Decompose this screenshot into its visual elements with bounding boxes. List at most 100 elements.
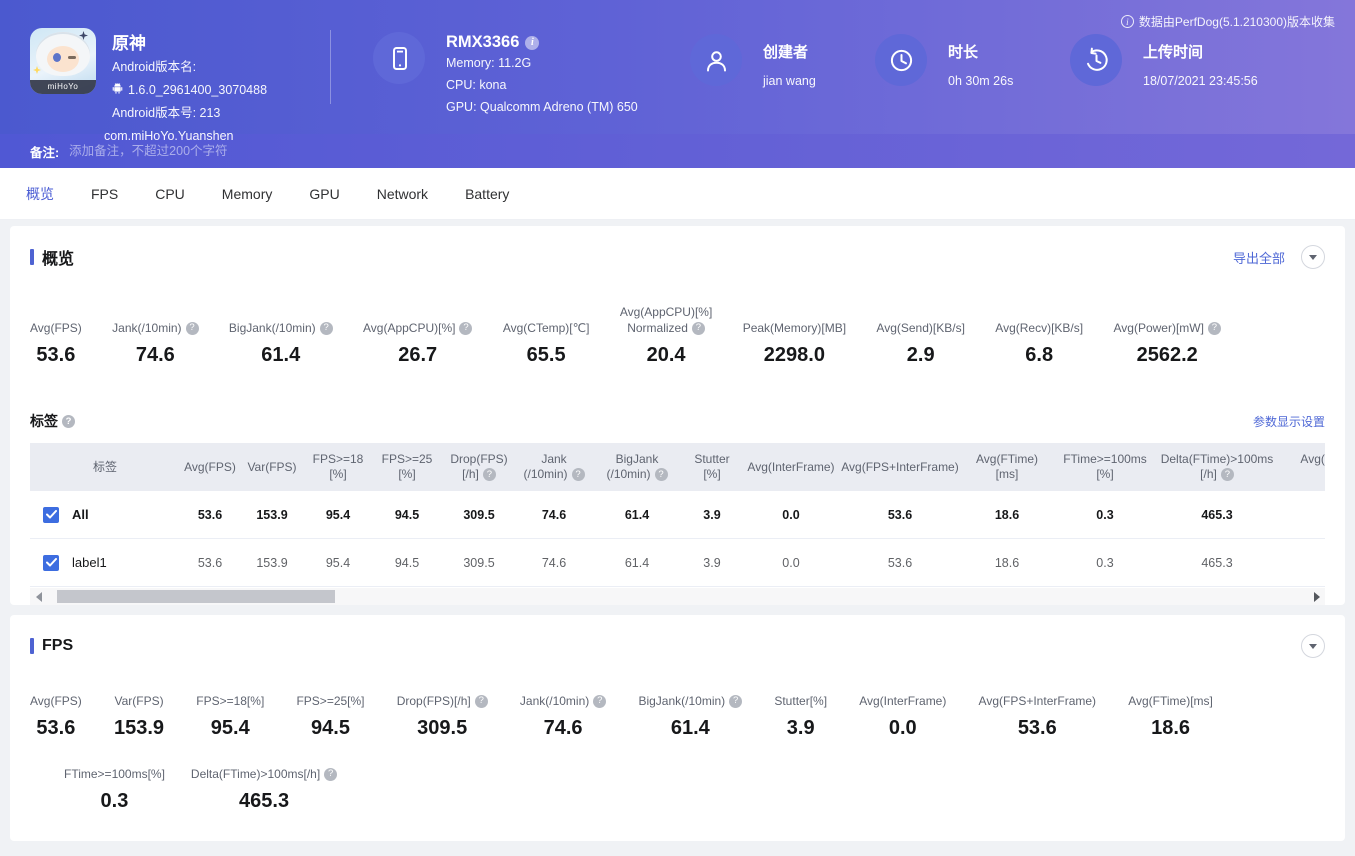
export-all-link[interactable]: 导出全部: [1233, 248, 1285, 267]
column-header: Avg(InterFrame): [742, 443, 840, 491]
help-icon[interactable]: ?: [324, 768, 337, 781]
labels-table: 标签Avg(FPS)Var(FPS)FPS>=18[%]FPS>=25[%]Dr…: [30, 443, 1325, 605]
metric-label: Avg(AppCPU)[%]Normalized?: [620, 304, 712, 336]
metric-value: 53.6: [36, 717, 75, 740]
row-label-cell: All: [30, 491, 180, 538]
metric-value: 2562.2: [1137, 344, 1198, 367]
metric-label: Avg(FPS+InterFrame): [979, 693, 1096, 709]
metric-value: 74.6: [136, 344, 175, 367]
label-checkbox[interactable]: [43, 555, 59, 571]
metric-value: 2.9: [907, 344, 935, 367]
metric-label: Peak(Memory)[MB]: [743, 320, 846, 336]
metric-value: 61.4: [671, 717, 710, 740]
remark-input[interactable]: [67, 143, 707, 159]
upload-time-value: 18/07/2021 23:45:56: [1143, 74, 1258, 88]
metric-value: 18.6: [1151, 717, 1190, 740]
column-header-line2: [%]: [1096, 467, 1113, 482]
help-icon[interactable]: ?: [475, 695, 488, 708]
metric-value: 61.4: [261, 344, 300, 367]
column-header: FTime>=100ms[%]: [1054, 443, 1156, 491]
metric: FTime>=100ms[%]0.3: [64, 766, 165, 813]
tab-2[interactable]: CPU: [153, 182, 187, 206]
metric-label-text: Avg(InterFrame): [859, 693, 946, 709]
help-icon[interactable]: ?: [62, 415, 75, 428]
column-header-line2: (/10min): [523, 467, 567, 482]
metric: BigJank(/10min)?61.4: [638, 693, 742, 740]
creator-value: jian wang: [763, 74, 816, 88]
column-header: Delta(FTime)>100ms[/h]?: [1156, 443, 1278, 491]
arrow-left-icon: [36, 592, 42, 602]
help-icon[interactable]: ?: [483, 468, 496, 481]
metric: Drop(FPS)[/h]?309.5: [397, 693, 488, 740]
table-horizontal-scrollbar[interactable]: [30, 588, 1325, 605]
tab-4[interactable]: GPU: [307, 182, 341, 206]
table-value-cell: 0.3: [1054, 539, 1156, 586]
metric-label-text-line2: Normalized: [627, 320, 688, 336]
metric-label: Stutter[%]: [774, 693, 827, 709]
metric-value: 2298.0: [764, 344, 825, 367]
table-value-cell: 465.3: [1156, 491, 1278, 538]
scrollbar-track[interactable]: [47, 590, 1308, 603]
column-header-line2: [%]: [329, 467, 346, 482]
metric-value: 53.6: [36, 344, 75, 367]
metric-label-text: Avg(FPS+InterFrame): [979, 693, 1096, 709]
help-icon[interactable]: ?: [320, 322, 333, 335]
metric: Stutter[%]3.9: [774, 693, 827, 740]
metric-label: Drop(FPS)[/h]?: [397, 693, 488, 709]
metric-label: Avg(CTemp)[℃]: [503, 320, 590, 336]
column-header-line1: Avg(InterFrame): [747, 460, 834, 475]
column-header-line2: [/h]: [462, 467, 479, 482]
metric-label-text: Avg(CTemp)[℃]: [503, 320, 590, 336]
help-icon[interactable]: ?: [729, 695, 742, 708]
metric: Jank(/10min)?74.6: [520, 693, 606, 740]
tab-5[interactable]: Network: [375, 182, 430, 206]
chevron-down-icon: [1309, 644, 1317, 649]
help-icon[interactable]: ?: [593, 695, 606, 708]
table-value-cell: 26.7: [1278, 539, 1325, 586]
scroll-left-button[interactable]: [30, 588, 47, 605]
fps-metrics-row-2: FTime>=100ms[%]0.3Delta(FTime)>100ms[/h]…: [30, 766, 1325, 841]
metric: FPS>=18[%]95.4: [196, 693, 264, 740]
help-icon[interactable]: ?: [459, 322, 472, 335]
perfdog-version-text: 数据由PerfDog(5.1.210300)版本收集: [1139, 13, 1335, 30]
device-gpu: GPU: Qualcomm Adreno (TM) 650: [446, 96, 638, 118]
scroll-right-button[interactable]: [1308, 588, 1325, 605]
tab-1[interactable]: FPS: [89, 182, 120, 206]
table-value-cell: 309.5: [442, 491, 516, 538]
header-banner: miHoYo 原神 Android版本名: 1.6.0_2961400_3070…: [0, 0, 1355, 134]
scrollbar-thumb[interactable]: [57, 590, 335, 603]
metric-label-text: Avg(AppCPU)[%]: [363, 320, 455, 336]
table-value-cell: 94.5: [372, 491, 442, 538]
help-icon[interactable]: ?: [655, 468, 668, 481]
column-header-line1: Drop(FPS): [450, 452, 507, 467]
table-value-cell: 61.4: [592, 491, 682, 538]
table-value-cell: 0.3: [1054, 491, 1156, 538]
column-header: Avg(AppCPU)[%]: [1278, 443, 1325, 491]
app-icon: miHoYo: [30, 28, 96, 94]
metric-label: Avg(Recv)[KB/s]: [995, 320, 1083, 336]
overview-collapse-button[interactable]: [1301, 245, 1325, 269]
tab-0[interactable]: 概览: [24, 180, 56, 208]
metric-label-text: Avg(AppCPU)[%]: [620, 304, 712, 320]
column-header-line1: Avg(FPS): [184, 460, 236, 475]
help-icon[interactable]: ?: [692, 322, 705, 335]
device-info-icon[interactable]: i: [525, 36, 539, 50]
device-info-block: RMX3366 i Memory: 11.2G CPU: kona GPU: Q…: [373, 32, 638, 118]
help-icon[interactable]: ?: [572, 468, 585, 481]
table-value-cell: 53.6: [180, 539, 240, 586]
arrow-right-icon: [1314, 592, 1320, 602]
parameter-display-settings-link[interactable]: 参数显示设置: [1253, 413, 1325, 430]
table-value-cell: 94.5: [372, 539, 442, 586]
column-header-line2: [%]: [398, 467, 415, 482]
banner-divider: [330, 30, 331, 104]
metric-value: 74.6: [544, 717, 583, 740]
tab-6[interactable]: Battery: [463, 182, 511, 206]
table-value-cell: 74.6: [516, 491, 592, 538]
fps-collapse-button[interactable]: [1301, 634, 1325, 658]
help-icon[interactable]: ?: [1208, 322, 1221, 335]
label-checkbox[interactable]: [43, 507, 59, 523]
help-icon[interactable]: ?: [1221, 468, 1234, 481]
person-icon: [690, 34, 742, 86]
tab-3[interactable]: Memory: [220, 182, 275, 206]
help-icon[interactable]: ?: [186, 322, 199, 335]
